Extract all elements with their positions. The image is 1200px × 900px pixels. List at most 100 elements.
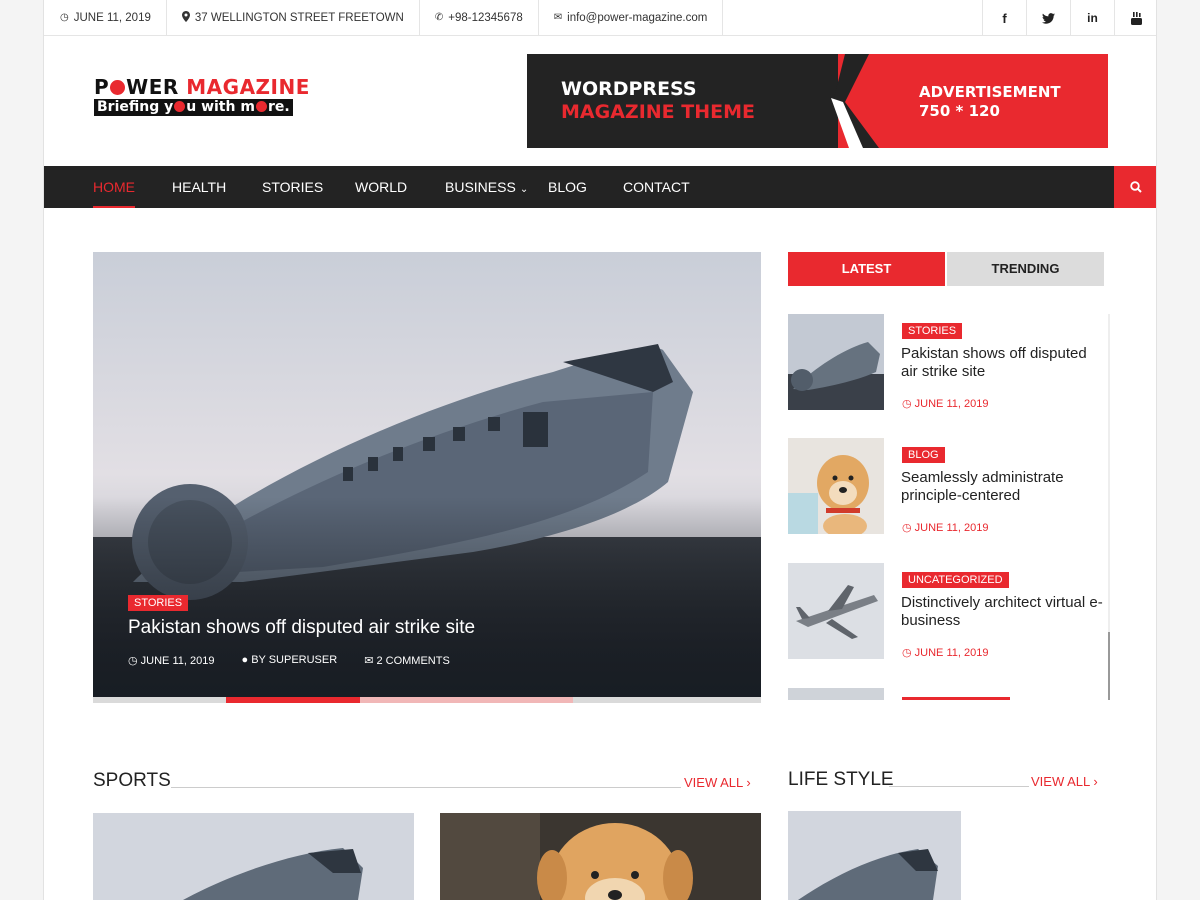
list-item[interactable]: STORIES Pakistan shows off disputed air …	[788, 314, 1108, 410]
hero-comments-text: 2 COMMENTS	[376, 655, 450, 667]
search-icon	[1130, 181, 1142, 193]
topbar-address-text: 37 WELLINGTON STREET FREETOWN	[194, 11, 404, 24]
chevron-down-icon: ⌄	[519, 184, 529, 195]
ad-line4: 750 * 120	[919, 102, 1000, 120]
post-title[interactable]: Distinctively architect virtual e-busine…	[901, 594, 1106, 630]
plane-card-image	[93, 813, 414, 900]
jet-thumbnail-image	[788, 563, 884, 659]
post-category-badge-partial	[902, 697, 1010, 700]
plane-thumbnail-image	[788, 314, 884, 410]
post-date-text: JUNE 11, 2019	[914, 522, 989, 534]
top-bar: ◷ JUNE 11, 2019 37 WELLINGTON STREET FRE…	[44, 0, 1156, 36]
post-title[interactable]: Seamlessly administrate principle-center…	[901, 469, 1106, 505]
hero-meta: ◷ JUNE 11, 2019 ● BY SUPERUSER ✉ 2 COMME…	[128, 654, 450, 667]
hero-slide[interactable]: STORIES Pakistan shows off disputed air …	[93, 252, 761, 697]
clock-icon: ◷	[902, 398, 912, 410]
topbar-phone[interactable]: ✆ +98-12345678	[420, 0, 539, 36]
list-item[interactable]: BLOG Seamlessly administrate principle-c…	[788, 438, 1108, 534]
ad-line1: WORDPRESS	[561, 78, 697, 100]
hero-date-text: JUNE 11, 2019	[140, 655, 215, 667]
list-item-partial[interactable]	[788, 688, 1108, 700]
linkedin-icon[interactable]: in	[1070, 0, 1114, 36]
post-thumbnail[interactable]	[788, 314, 884, 410]
map-marker-icon	[181, 10, 190, 25]
search-button[interactable]	[1114, 166, 1156, 208]
logo-tagline: Briefing y u with m re.	[94, 99, 293, 116]
clock-icon: ◷	[128, 655, 138, 667]
tab-trending[interactable]: TRENDING	[947, 252, 1104, 286]
chevron-right-icon: ›	[1093, 774, 1098, 789]
topbar-email[interactable]: ✉ info@power-magazine.com	[539, 0, 724, 36]
main-navigation: HOME HEALTH STORIES WORLD BUSINESS ⌄ BLOG…	[44, 166, 1156, 208]
section-title-sports: SPORTS	[93, 770, 171, 791]
nav-item-stories[interactable]: STORIES	[262, 166, 323, 208]
nav-business-label: BUSINESS	[445, 179, 516, 195]
post-category-badge[interactable]: BLOG	[902, 447, 945, 463]
list-item[interactable]: UNCATEGORIZED Distinctively architect vi…	[788, 563, 1108, 659]
nav-item-blog[interactable]: BLOG	[548, 166, 587, 208]
nav-item-health[interactable]: HEALTH	[172, 166, 226, 208]
hero-date: ◷ JUNE 11, 2019	[128, 654, 214, 667]
tagline-o-icon	[174, 101, 186, 112]
tab-latest[interactable]: LATEST	[788, 252, 945, 286]
ad-line2: MAGAZINE THEME	[561, 101, 755, 123]
twitter-icon[interactable]	[1026, 0, 1070, 36]
sports-card-image-2[interactable]	[440, 813, 761, 900]
post-thumbnail[interactable]	[788, 438, 884, 534]
lifestyle-card-image[interactable]	[788, 811, 961, 900]
nav-item-business[interactable]: BUSINESS ⌄	[445, 166, 528, 208]
post-date-text: JUNE 11, 2019	[914, 398, 989, 410]
view-all-sports-link[interactable]: VIEW ALL ›	[684, 775, 751, 790]
logo-magazine: MAGAZINE	[186, 75, 310, 99]
clock-icon: ◷	[902, 647, 912, 659]
logo-title: P WER MAGAZINE	[94, 76, 314, 98]
youtube-icon[interactable]	[1114, 0, 1156, 36]
hero-author[interactable]: ● BY SUPERUSER	[241, 654, 337, 667]
user-icon: ●	[241, 654, 249, 666]
nav-item-world[interactable]: WORLD	[355, 166, 407, 208]
clock-icon: ◷	[902, 522, 912, 534]
post-date-text: JUNE 11, 2019	[914, 647, 989, 659]
post-date: ◷ JUNE 11, 2019	[902, 646, 988, 659]
post-category-badge[interactable]: STORIES	[902, 323, 963, 339]
topbar-date-text: JUNE 11, 2019	[73, 11, 151, 24]
slider-progress-bar[interactable]	[93, 697, 761, 703]
sidebar-tabs: LATEST TRENDING	[788, 252, 1104, 286]
puppy-card-image	[440, 813, 761, 900]
section-title-lifestyle: LIFE STYLE	[788, 769, 894, 790]
view-all-lifestyle-link[interactable]: VIEW ALL ›	[1031, 774, 1098, 789]
hero-comments[interactable]: ✉ 2 COMMENTS	[364, 654, 450, 667]
post-title[interactable]: Pakistan shows off disputed air strike s…	[901, 345, 1106, 381]
logo-wer: WER	[126, 75, 179, 99]
post-date: ◷ JUNE 11, 2019	[902, 397, 988, 410]
post-thumbnail[interactable]	[788, 563, 884, 659]
topbar-phone-text: +98-12345678	[448, 11, 523, 24]
social-links: f in	[982, 0, 1156, 36]
facebook-icon[interactable]: f	[982, 0, 1026, 36]
nav-item-contact[interactable]: CONTACT	[623, 166, 690, 208]
tagline-part-c: re.	[267, 99, 290, 115]
nav-item-home[interactable]: HOME	[93, 166, 135, 208]
envelope-icon: ✉	[553, 12, 563, 23]
post-thumbnail[interactable]	[788, 688, 884, 700]
hero-author-text: BY SUPERUSER	[251, 654, 338, 666]
page: ◷ JUNE 11, 2019 37 WELLINGTON STREET FRE…	[43, 0, 1157, 900]
hero-title[interactable]: Pakistan shows off disputed air strike s…	[128, 617, 475, 639]
plane-card-image	[788, 811, 961, 900]
logo-o-icon	[110, 80, 126, 95]
sidebar-scrollbar[interactable]	[1108, 314, 1110, 700]
post-category-badge[interactable]: UNCATEGORIZED	[902, 572, 1009, 588]
puppy-thumbnail-image	[788, 438, 884, 534]
advertisement-banner[interactable]: WORDPRESS MAGAZINE THEME ADVERTISEMENT 7…	[527, 54, 1108, 148]
ad-line3: ADVERTISEMENT	[919, 83, 1061, 101]
post-date: ◷ JUNE 11, 2019	[902, 521, 988, 534]
section-divider	[889, 786, 1029, 787]
view-all-label: VIEW ALL	[684, 775, 743, 790]
scrollbar-thumb[interactable]	[1108, 632, 1110, 700]
topbar-email-text: info@power-magazine.com	[567, 11, 708, 24]
clock-icon: ◷	[60, 12, 69, 23]
hero-category-badge[interactable]: STORIES	[128, 595, 189, 611]
sports-card-image[interactable]	[93, 813, 414, 900]
slider-progress-active	[226, 697, 360, 703]
site-logo[interactable]: P WER MAGAZINE Briefing y u with m re.	[94, 76, 314, 116]
